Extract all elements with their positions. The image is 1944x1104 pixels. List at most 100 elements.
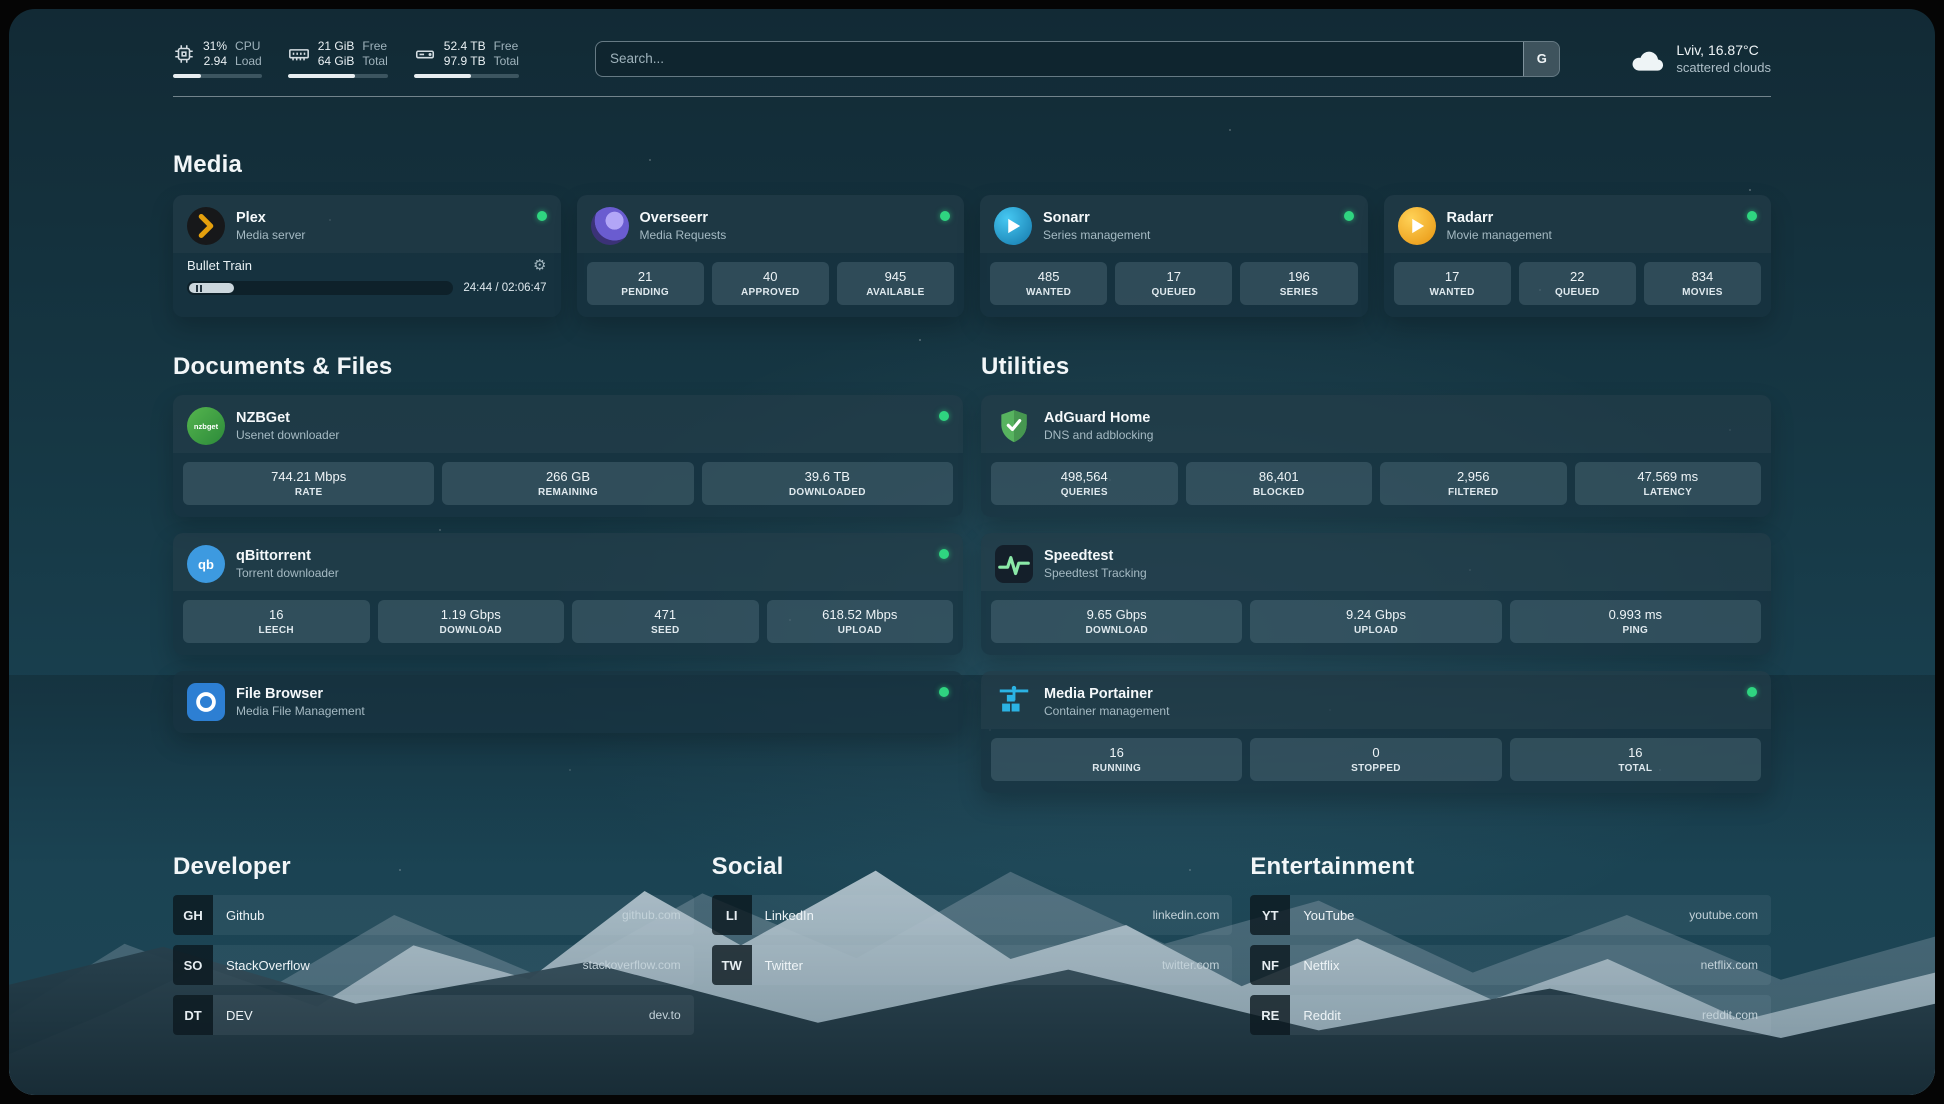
cpu-label: CPU	[235, 39, 262, 54]
dashboard-screen: 31% 2.94 CPU Load 21 GiB	[9, 9, 1935, 1095]
snow-specks	[9, 9, 11, 11]
dev-icon: DT	[173, 995, 213, 1035]
card-sonarr[interactable]: Sonarr Series management 485 WANTED 17 Q…	[980, 195, 1368, 317]
media-grid: Plex Media server Bullet Train ⚙ 24:4	[173, 195, 1771, 317]
plex-player: 24:44 / 02:06:47	[173, 275, 561, 307]
section-heading-utilities: Utilities	[981, 353, 1771, 381]
memory-icon	[288, 43, 310, 65]
search-input[interactable]	[596, 42, 1523, 76]
cloud-icon	[1630, 44, 1666, 74]
radarr-title: Radarr	[1447, 209, 1552, 227]
linkedin-icon: LI	[712, 895, 752, 935]
disk-usage-bar	[414, 74, 519, 78]
memory-total-value: 64 GiB	[318, 54, 355, 69]
playback-progress-bar[interactable]	[187, 281, 453, 295]
card-plex[interactable]: Plex Media server Bullet Train ⚙ 24:4	[173, 195, 561, 317]
card-nzbget[interactable]: nzbget NZBGet Usenet downloader 744.21 M…	[173, 395, 963, 517]
stat-box: 22 QUEUED	[1519, 262, 1636, 305]
card-portainer[interactable]: Media Portainer Container management 16 …	[981, 671, 1771, 793]
memory-total-label: Total	[362, 54, 387, 69]
section-heading-developer: Developer	[173, 853, 694, 881]
settings-gear-icon[interactable]: ⚙	[533, 258, 546, 273]
twitter-icon: TW	[712, 945, 752, 985]
overseerr-subtitle: Media Requests	[640, 227, 727, 243]
stat-box: 744.21 Mbps RATE	[183, 462, 434, 505]
bookmark-stackoverflow[interactable]: SO StackOverflow stackoverflow.com	[173, 945, 694, 985]
plex-title: Plex	[236, 209, 305, 227]
status-dot	[939, 549, 949, 559]
card-speedtest[interactable]: Speedtest Speedtest Tracking 9.65 Gbps D…	[981, 533, 1771, 655]
status-dot	[1344, 211, 1354, 221]
memory-free-value: 21 GiB	[318, 39, 355, 54]
qbittorrent-icon: qb	[187, 545, 225, 583]
nzbget-subtitle: Usenet downloader	[236, 427, 339, 443]
qbittorrent-subtitle: Torrent downloader	[236, 565, 339, 581]
entertainment-column: Entertainment YT YouTube youtube.com NF …	[1250, 853, 1771, 1045]
disk-free-value: 52.4 TB	[444, 39, 486, 54]
bookmark-linkedin[interactable]: LI LinkedIn linkedin.com	[712, 895, 1233, 935]
status-dot	[939, 411, 949, 421]
card-radarr[interactable]: Radarr Movie management 17 WANTED 22 QUE…	[1384, 195, 1772, 317]
bookmark-dev[interactable]: DT DEV dev.to	[173, 995, 694, 1035]
portainer-title: Media Portainer	[1044, 685, 1169, 703]
pause-icon[interactable]	[196, 285, 202, 292]
status-dot	[940, 211, 950, 221]
status-dot	[1747, 687, 1757, 697]
bookmark-reddit[interactable]: RE Reddit reddit.com	[1250, 995, 1771, 1035]
section-heading-social: Social	[712, 853, 1233, 881]
adguard-shield-icon	[995, 407, 1033, 445]
developer-column: Developer GH Github github.com SO StackO…	[173, 853, 694, 1045]
radarr-stats: 17 WANTED 22 QUEUED 834 MOVIES	[1384, 262, 1772, 317]
bookmark-github[interactable]: GH Github github.com	[173, 895, 694, 935]
card-qbittorrent[interactable]: qb qBittorrent Torrent downloader 16 LEE…	[173, 533, 963, 655]
card-adguard[interactable]: AdGuard Home DNS and adblocking 498,564 …	[981, 395, 1771, 517]
top-bar: 31% 2.94 CPU Load 21 GiB	[173, 39, 1771, 78]
stat-box: 21 PENDING	[587, 262, 704, 305]
overseerr-stats: 21 PENDING 40 APPROVED 945 AVAILABLE	[577, 262, 965, 317]
github-icon: GH	[173, 895, 213, 935]
reddit-icon: RE	[1250, 995, 1290, 1035]
now-playing-title: Bullet Train	[187, 258, 252, 273]
playback-time: 24:44 / 02:06:47	[463, 282, 546, 294]
disk-total-value: 97.9 TB	[444, 54, 486, 69]
bookmark-netflix[interactable]: NF Netflix netflix.com	[1250, 945, 1771, 985]
netflix-icon: NF	[1250, 945, 1290, 985]
plex-icon	[187, 207, 225, 245]
status-dot	[939, 687, 949, 697]
stat-box: 40 APPROVED	[712, 262, 829, 305]
filebrowser-icon	[187, 683, 225, 721]
qbittorrent-title: qBittorrent	[236, 547, 339, 565]
memory-usage-bar	[288, 74, 388, 78]
status-dot	[537, 211, 547, 221]
memory-widget: 21 GiB 64 GiB Free Total	[288, 39, 388, 78]
stat-box: 47.569 ms LATENCY	[1575, 462, 1762, 505]
stat-box: 0 STOPPED	[1250, 738, 1501, 781]
search-engine-button[interactable]: G	[1523, 42, 1559, 76]
speedtest-subtitle: Speedtest Tracking	[1044, 565, 1147, 581]
card-overseerr[interactable]: Overseerr Media Requests 21 PENDING 40 A…	[577, 195, 965, 317]
status-dot	[1747, 211, 1757, 221]
sonarr-stats: 485 WANTED 17 QUEUED 196 SERIES	[980, 262, 1368, 317]
utilities-column: Utilities AdGuard Home DNS and adblockin…	[981, 353, 1771, 793]
portainer-subtitle: Container management	[1044, 703, 1169, 719]
overseerr-title: Overseerr	[640, 209, 727, 227]
stat-box: 266 GB REMAINING	[442, 462, 693, 505]
weather-widget: Lviv, 16.87°C scattered clouds	[1630, 41, 1771, 76]
middle-columns: Documents & Files nzbget NZBGet Usenet d…	[173, 353, 1771, 793]
portainer-stats: 16 RUNNING 0 STOPPED 16 TOTAL	[981, 738, 1771, 793]
speedtest-title: Speedtest	[1044, 547, 1147, 565]
weather-condition: scattered clouds	[1676, 59, 1771, 76]
stat-box: 945 AVAILABLE	[837, 262, 954, 305]
cpu-widget: 31% 2.94 CPU Load	[173, 39, 262, 78]
filebrowser-subtitle: Media File Management	[236, 703, 365, 719]
topbar-divider	[173, 96, 1771, 97]
portainer-icon	[995, 683, 1033, 721]
stat-box: 17 WANTED	[1394, 262, 1511, 305]
section-heading-entertainment: Entertainment	[1250, 853, 1771, 881]
stat-box: 498,564 QUERIES	[991, 462, 1178, 505]
bookmark-twitter[interactable]: TW Twitter twitter.com	[712, 945, 1233, 985]
card-filebrowser[interactable]: File Browser Media File Management	[173, 671, 963, 733]
stat-box: 618.52 Mbps UPLOAD	[767, 600, 954, 643]
bookmark-youtube[interactable]: YT YouTube youtube.com	[1250, 895, 1771, 935]
stat-box: 1.19 Gbps DOWNLOAD	[378, 600, 565, 643]
